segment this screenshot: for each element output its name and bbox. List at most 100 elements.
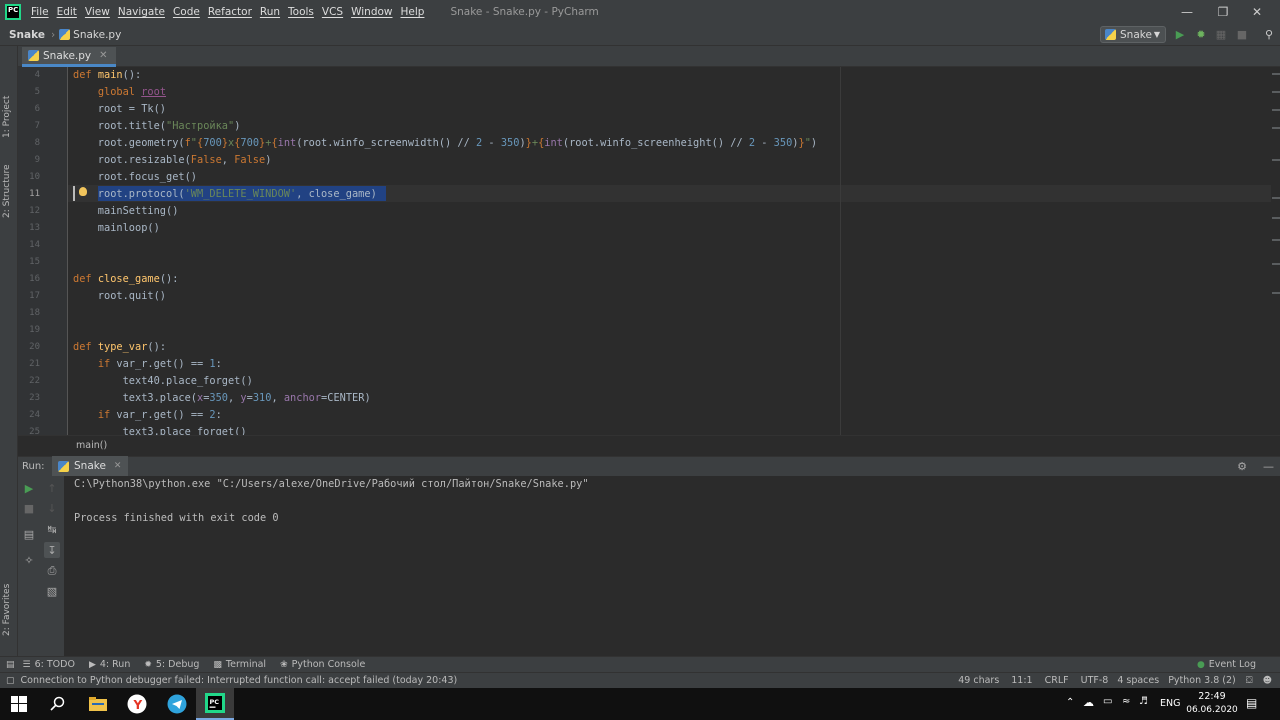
- input-language[interactable]: ENG: [1160, 698, 1180, 709]
- line-number-gutter: 4 5 6 7 8 9 10 11 12 13 14 15 16 17 18 1…: [18, 67, 68, 435]
- favorites-tool-button[interactable]: 2: Favorites: [2, 584, 12, 636]
- trash-icon[interactable]: ▧: [44, 583, 60, 599]
- hide-panel-icon[interactable]: —: [1263, 460, 1274, 473]
- status-encoding[interactable]: UTF-8: [1081, 675, 1109, 686]
- breadcrumb-project[interactable]: Snake: [9, 29, 45, 41]
- soft-wrap-icon[interactable]: ↹: [44, 521, 60, 537]
- terminal-tool-button[interactable]: ▩ Terminal: [213, 659, 266, 670]
- menu-file[interactable]: File: [27, 6, 53, 18]
- navigation-bar: Snake › Snake.py: [0, 24, 1280, 46]
- device-icon[interactable]: ▭: [1103, 696, 1112, 707]
- python-icon: ❀: [280, 659, 288, 670]
- todo-tool-button[interactable]: ☰ 6: TODO: [23, 659, 75, 670]
- stop-button[interactable]: ■: [1235, 27, 1249, 41]
- code-line: if var_r.get() == 1:: [97, 358, 222, 370]
- print-icon[interactable]: ⎙: [44, 563, 60, 579]
- chevron-down-icon: ▼: [1153, 30, 1160, 39]
- inspector-icon[interactable]: ☻: [1263, 676, 1272, 686]
- debug-button[interactable]: ✹: [1194, 27, 1208, 41]
- clock-date[interactable]: 06.06.2020: [1186, 705, 1238, 715]
- scroll-marker: [1272, 197, 1280, 199]
- windows-start-icon[interactable]: [0, 688, 38, 720]
- right-margin-guide: [840, 67, 841, 435]
- run-tab-snake[interactable]: Snake ✕: [52, 456, 129, 476]
- structure-tool-button[interactable]: 2: Structure: [2, 165, 12, 219]
- code-line: def close_game():: [73, 273, 179, 285]
- line-number: 6: [34, 104, 40, 114]
- line-number: 17: [29, 291, 40, 301]
- scroll-up-icon[interactable]: ↑: [44, 480, 60, 496]
- stop-icon[interactable]: ■: [21, 500, 37, 516]
- run-tool-button[interactable]: ▶ 4: Run: [89, 659, 130, 670]
- line-number-current: 11: [29, 189, 40, 199]
- close-tab-icon[interactable]: ✕: [114, 461, 122, 471]
- line-number: 21: [29, 359, 40, 369]
- breadcrumb-separator-icon: ›: [50, 28, 56, 41]
- yandex-browser-icon[interactable]: Y: [118, 688, 156, 720]
- code-line: root = Tk(): [73, 103, 166, 115]
- python-config-icon: [58, 460, 69, 472]
- rerun-icon[interactable]: ▶: [21, 480, 37, 496]
- line-number: 25: [29, 427, 40, 435]
- settings-gear-icon[interactable]: ⚙: [1237, 460, 1247, 473]
- windows-taskbar: Y PC ⌃ ☁ ▭ ≈ ♬ ENG 22:49 06.06.2020 ▤: [0, 688, 1280, 720]
- lock-icon[interactable]: ⛋: [1246, 676, 1253, 686]
- editor-tab-snake-py[interactable]: Snake.py ✕: [22, 47, 116, 67]
- menu-refactor[interactable]: Refactor: [204, 6, 256, 18]
- editor-scrollbar[interactable]: [1271, 67, 1280, 435]
- menu-window[interactable]: Window: [347, 6, 396, 18]
- menu-tools[interactable]: Tools: [284, 6, 318, 18]
- terminal-icon: ▩: [213, 659, 222, 670]
- layout-toggle-icon[interactable]: ▤: [6, 660, 15, 670]
- onedrive-icon[interactable]: ☁: [1083, 696, 1094, 709]
- event-log-tool-button[interactable]: ● Event Log: [1197, 659, 1256, 670]
- status-indent[interactable]: 4 spaces: [1117, 675, 1159, 686]
- menu-vcs[interactable]: VCS: [318, 6, 347, 18]
- menu-run[interactable]: Run: [256, 6, 284, 18]
- status-interpreter[interactable]: Python 3.8 (2): [1168, 675, 1236, 686]
- run-panel-toolbar: ▶ ↑ ■ ↓ ↹ ▤ ↧ ✧ ⎙ ▧: [18, 476, 64, 656]
- wifi-icon[interactable]: ≈: [1122, 696, 1130, 707]
- menu-view[interactable]: View: [81, 6, 114, 18]
- tray-chevron-icon[interactable]: ⌃: [1066, 697, 1074, 708]
- notification-icon[interactable]: ▤: [1246, 696, 1257, 710]
- bug-icon: ✹: [144, 659, 152, 670]
- menu-code[interactable]: Code: [169, 6, 204, 18]
- status-line-separator[interactable]: CRLF: [1045, 675, 1069, 686]
- run-button[interactable]: ▶: [1173, 27, 1187, 41]
- code-editor[interactable]: 4 5 6 7 8 9 10 11 12 13 14 15 16 17 18 1…: [18, 67, 1280, 435]
- scroll-to-end-icon[interactable]: ↧: [44, 542, 60, 558]
- coverage-button[interactable]: ▦: [1214, 27, 1228, 41]
- pin-icon[interactable]: ✧: [21, 552, 37, 568]
- status-position[interactable]: 11:1: [1011, 675, 1032, 686]
- close-tab-icon[interactable]: ✕: [99, 50, 107, 61]
- scroll-marker: [1272, 217, 1280, 219]
- line-number: 24: [29, 410, 40, 420]
- telegram-icon[interactable]: [158, 688, 196, 720]
- code-line: def type_var():: [73, 341, 167, 353]
- menu-navigate[interactable]: Navigate: [114, 6, 169, 18]
- project-tool-button[interactable]: 1: Project: [2, 96, 12, 138]
- title-bar: PC File Edit View Navigate Code Refactor…: [0, 0, 1280, 24]
- menu-edit[interactable]: Edit: [53, 6, 81, 18]
- python-console-tool-button[interactable]: ❀ Python Console: [280, 659, 365, 670]
- run-configuration-select[interactable]: Snake ▼: [1100, 26, 1166, 43]
- breadcrumb-file[interactable]: Snake.py: [73, 29, 121, 41]
- menu-help[interactable]: Help: [397, 6, 429, 18]
- code-line: def main():: [73, 69, 142, 81]
- file-explorer-icon[interactable]: [79, 688, 117, 720]
- search-everywhere-icon[interactable]: ⚲: [1262, 27, 1276, 41]
- clock-time[interactable]: 22:49: [1188, 691, 1236, 702]
- volume-icon[interactable]: ♬: [1139, 696, 1148, 707]
- editor-breadcrumb[interactable]: main(): [18, 435, 1280, 455]
- search-icon[interactable]: [39, 688, 77, 720]
- layout-icon[interactable]: ▤: [21, 526, 37, 542]
- status-message[interactable]: Connection to Python debugger failed: In…: [21, 675, 458, 686]
- pycharm-taskbar-icon[interactable]: PC: [196, 688, 234, 720]
- scroll-down-icon[interactable]: ↓: [44, 500, 60, 516]
- run-console[interactable]: C:\Python38\python.exe "C:/Users/alexe/O…: [64, 476, 1280, 656]
- debug-tool-button[interactable]: ✹ 5: Debug: [144, 659, 199, 670]
- close-button[interactable]: ✕: [1234, 0, 1280, 24]
- status-toggle-icon[interactable]: ▢: [6, 676, 15, 686]
- line-number: 20: [29, 342, 40, 352]
